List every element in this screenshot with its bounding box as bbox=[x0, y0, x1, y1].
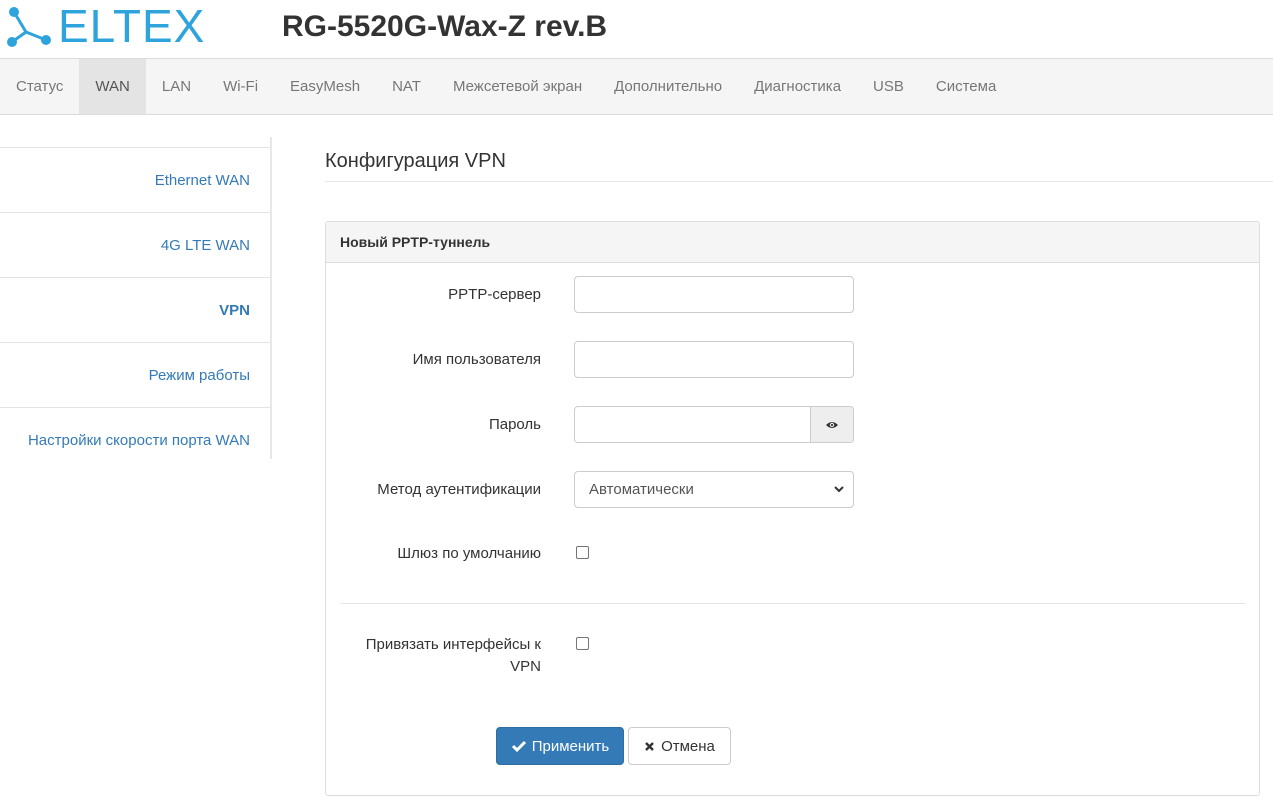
nav-item-firewall[interactable]: Межсетевой экран bbox=[437, 59, 598, 114]
header: ELTEX RG-5520G-Wax-Z rev.B bbox=[0, 0, 1273, 58]
server-label: PPTP-сервер bbox=[448, 286, 541, 303]
nav-item-diagnostics[interactable]: Диагностика bbox=[738, 59, 857, 114]
nav-item-easymesh[interactable]: EasyMesh bbox=[274, 59, 376, 114]
password-field bbox=[574, 406, 854, 443]
show-password-button[interactable] bbox=[810, 407, 853, 442]
username-label: Имя пользователя bbox=[412, 351, 541, 368]
logo-text: ELTEX bbox=[58, 0, 206, 52]
default-gateway-checkbox[interactable] bbox=[576, 546, 589, 559]
auth-method-value: Автоматически bbox=[589, 481, 694, 498]
eye-icon bbox=[826, 421, 838, 428]
close-icon bbox=[645, 741, 654, 751]
pptp-panel: Новый PPTP-туннель PPTP-сервер Имя польз… bbox=[325, 221, 1260, 796]
sidebar-item-4g-lte-wan[interactable]: 4G LTE WAN bbox=[0, 212, 270, 277]
auth-label: Метод аутентификации bbox=[377, 481, 541, 498]
top-nav: Статус WAN LAN Wi-Fi EasyMesh NAT Межсет… bbox=[0, 58, 1273, 115]
password-input[interactable] bbox=[575, 407, 810, 442]
apply-label: Применить bbox=[531, 737, 610, 755]
nav-item-system[interactable]: Система bbox=[920, 59, 1012, 114]
nav-item-wan[interactable]: WAN bbox=[79, 59, 146, 114]
page-title: Конфигурация VPN bbox=[325, 150, 1273, 182]
nav-item-usb[interactable]: USB bbox=[857, 59, 920, 114]
sidebar: Ethernet WAN 4G LTE WAN VPN Режим работы… bbox=[0, 137, 272, 459]
sidebar-item-wan-port-speed[interactable]: Настройки скорости порта WAN bbox=[0, 407, 270, 472]
panel-title: Новый PPTP-туннель bbox=[326, 222, 1259, 263]
nav-item-status[interactable]: Статус bbox=[0, 59, 79, 114]
gateway-label: Шлюз по умолчанию bbox=[397, 545, 541, 562]
server-input[interactable] bbox=[574, 276, 854, 313]
nav-item-nat[interactable]: NAT bbox=[376, 59, 437, 114]
check-icon bbox=[511, 740, 526, 753]
device-title: RG-5520G-Wax-Z rev.B bbox=[282, 10, 608, 43]
bind-label: Привязать интерфейсы к VPN bbox=[365, 636, 541, 675]
nav-item-wifi[interactable]: Wi-Fi bbox=[207, 59, 274, 114]
sidebar-item-vpn[interactable]: VPN bbox=[0, 277, 270, 342]
password-label: Пароль bbox=[488, 416, 541, 433]
cancel-button[interactable]: Отмена bbox=[628, 727, 731, 765]
sidebar-item-work-mode[interactable]: Режим работы bbox=[0, 342, 270, 407]
eltex-logo-icon bbox=[7, 7, 51, 47]
chevron-down-icon bbox=[834, 486, 844, 493]
bind-interfaces-checkbox[interactable] bbox=[576, 637, 589, 650]
form-divider bbox=[340, 603, 1245, 604]
sidebar-item-ethernet-wan[interactable]: Ethernet WAN bbox=[0, 147, 270, 212]
cancel-label: Отмена bbox=[661, 737, 715, 755]
brand-logo[interactable]: ELTEX bbox=[4, 0, 206, 52]
nav-item-lan[interactable]: LAN bbox=[146, 59, 207, 114]
nav-item-advanced[interactable]: Дополнительно bbox=[598, 59, 738, 114]
auth-method-select[interactable]: Автоматически bbox=[574, 471, 854, 508]
apply-button[interactable]: Применить bbox=[496, 727, 624, 765]
username-input[interactable] bbox=[574, 341, 854, 378]
